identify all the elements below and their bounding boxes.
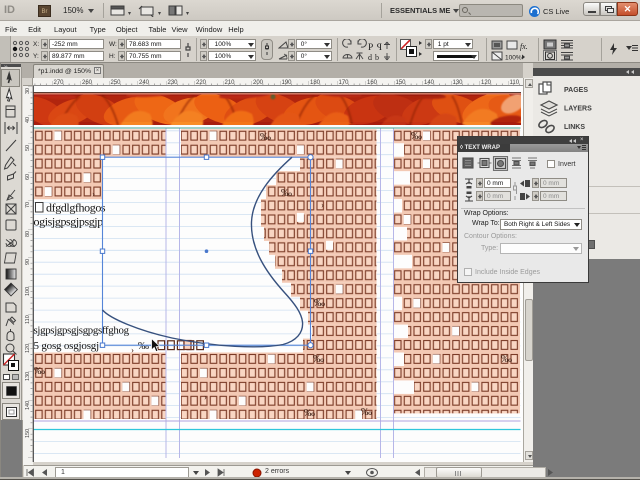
svg-text:150: 150	[25, 429, 31, 438]
svg-text:fx.: fx.	[520, 42, 528, 51]
svg-text:‰: ‰	[314, 297, 325, 309]
svg-text:‰: ‰	[34, 365, 45, 377]
svg-text:‰: ‰	[313, 353, 324, 365]
svg-text:LAYERS: LAYERS	[564, 106, 592, 113]
svg-text:‰: ‰	[138, 340, 149, 352]
svg-text:100: 100	[25, 287, 31, 296]
svg-text:40: 40	[25, 117, 31, 123]
svg-text:80: 80	[25, 231, 31, 237]
svg-text:P: P	[377, 43, 382, 53]
svg-text:‰: ‰	[501, 353, 512, 365]
svg-text:5 gosg osgjosgj: 5 gosg osgjosgj	[34, 340, 100, 352]
svg-text:30: 30	[25, 88, 31, 94]
svg-text:70: 70	[25, 202, 31, 208]
svg-text:130: 130	[25, 372, 31, 381]
svg-text:›: ›	[204, 392, 207, 402]
svg-text:‰: ‰	[411, 130, 422, 142]
svg-text:‰: ‰	[304, 407, 315, 419]
svg-text:110: 110	[25, 315, 31, 324]
svg-text:60: 60	[25, 174, 31, 180]
svg-text:d: d	[368, 53, 372, 61]
svg-text:b: b	[375, 53, 379, 61]
svg-text:LINKS: LINKS	[564, 124, 585, 131]
svg-text:›: ›	[131, 345, 134, 355]
svg-text:ogisjgpsgjpsgjp: ogisjgpsgjpsgjp	[34, 215, 104, 229]
svg-text:PAGES: PAGES	[564, 87, 588, 94]
svg-text:‰: ‰	[260, 131, 271, 143]
svg-text:140: 140	[25, 401, 31, 410]
svg-text:sjgpsjgpsgjsgpgsffghog: sjgpsjgpsgjsgpgsffghog	[34, 325, 130, 337]
svg-text:›: ›	[92, 189, 95, 199]
svg-text:100%: 100%	[505, 55, 522, 62]
svg-text:‰: ‰	[361, 406, 372, 418]
svg-text:dfgdlgfhogos: dfgdlgfhogos	[46, 201, 106, 215]
svg-text:›: ›	[321, 200, 324, 210]
svg-text:‰: ‰	[281, 187, 292, 199]
svg-text:50: 50	[25, 145, 31, 151]
svg-text:120: 120	[25, 344, 31, 353]
svg-text:P: P	[368, 43, 373, 53]
svg-text:90: 90	[25, 259, 31, 265]
